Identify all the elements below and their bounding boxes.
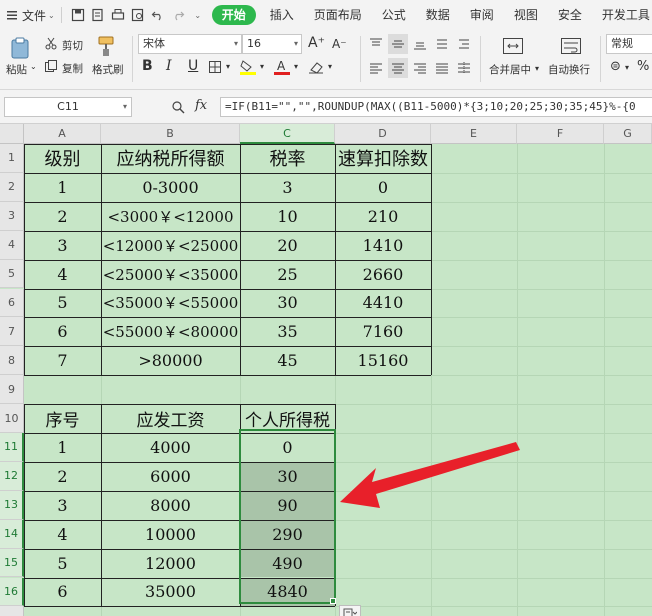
chevron-down-icon[interactable]: ⌄ [30,62,37,71]
save-icon[interactable] [68,5,88,25]
clear-format-icon[interactable] [306,58,326,76]
tab-home[interactable]: 开始 [211,5,256,25]
grow-font-button[interactable]: A⁺ [308,35,325,51]
export-pdf-icon[interactable] [88,5,108,25]
insert-function-button[interactable]: fx [195,98,207,113]
paste-icon [11,37,29,59]
ribbon: 粘贴 ⌄ 剪切 复制 格式刷 宋体 ▾ 16 ▾ A⁺ A⁻ B I U ▾ ▾… [0,30,652,90]
copy-button[interactable]: 复制 [62,61,83,76]
format-painter-icon[interactable] [94,34,118,58]
text-direction-icon[interactable] [432,34,452,54]
underline-button[interactable]: U [188,58,198,74]
undo-icon[interactable] [148,5,168,25]
divider [360,36,361,82]
font-name-select[interactable]: 宋体 ▾ [138,34,242,54]
svg-text:A: A [277,59,286,73]
tab-insert[interactable]: 插入 [260,0,304,30]
bold-button[interactable]: B [142,58,153,74]
justify-icon[interactable] [432,58,452,78]
hamburger-icon [6,9,18,21]
shrink-font-button[interactable]: A⁻ [332,37,347,51]
chevron-down-icon: ▾ [122,102,127,111]
percent-icon[interactable]: % [637,59,649,74]
tab-data[interactable]: 数据 [416,0,460,30]
redo-icon[interactable] [168,5,188,25]
format-painter-button[interactable]: 格式刷 [92,62,124,77]
file-menu-label: 文件 [22,8,47,23]
wrap-text-icon[interactable] [558,34,584,58]
font-size-value: 16 [247,37,261,50]
tab-view[interactable]: 视图 [504,0,548,30]
distributed-icon[interactable] [454,58,474,78]
chevron-down-icon[interactable]: ⌄ [188,5,208,25]
currency-icon[interactable]: ⊜ [610,59,621,74]
align-right-icon[interactable] [410,58,430,78]
font-size-select[interactable]: 16 ▾ [242,34,302,54]
chevron-down-icon[interactable]: ▾ [328,62,332,71]
font-color-icon[interactable]: A [272,57,292,77]
cut-button[interactable]: 剪切 [62,38,83,53]
name-box[interactable]: C11 ▾ [4,97,132,117]
zoom-search-icon[interactable] [170,99,186,115]
formula-bar: C11 ▾ fx =IF(B11="","",ROUNDUP(MAX((B11-… [0,90,652,124]
divider [480,36,481,82]
tab-page-layout[interactable]: 页面布局 [304,0,372,30]
chevron-down-icon[interactable]: ▾ [535,64,539,73]
chevron-down-icon: ⌄ [48,10,55,20]
file-menu[interactable]: 文件 ⌄ [0,0,55,30]
name-box-value: C11 [57,100,79,113]
print-icon[interactable] [108,5,128,25]
chevron-down-icon[interactable]: ▾ [625,63,629,72]
arrow-annotation [340,442,520,508]
scissors-icon[interactable] [44,36,58,50]
fill-color-icon[interactable] [238,57,258,77]
paste-label[interactable]: 粘贴 [6,62,27,77]
indent-icon[interactable] [454,34,474,54]
chevron-down-icon[interactable]: ▾ [226,62,230,71]
tab-security[interactable]: 安全 [548,0,592,30]
chevron-down-icon: ▾ [293,39,298,48]
spreadsheet-grid[interactable]: ABCDEFG 1234567891011121314151617 级别应纳税所… [0,124,652,616]
divider [60,7,62,23]
number-format-value: 常规 [611,37,633,50]
menu-bar: 文件 ⌄ ⌄ 开始 插入 页面布局 公式 数据 审阅 视图 安全 开发工具 [0,0,652,30]
merge-center-button[interactable]: 合并居中 [489,62,531,77]
wrap-text-button[interactable]: 自动换行 [548,62,590,77]
formula-input[interactable]: =IF(B11="","",ROUNDUP(MAX((B11-5000)*{3;… [220,97,652,117]
align-bottom-icon[interactable] [410,34,430,54]
tab-review[interactable]: 审阅 [460,0,504,30]
chevron-down-icon: ▾ [233,39,238,48]
chevron-down-icon[interactable]: ▾ [260,62,264,71]
paste-button[interactable] [6,34,34,62]
tab-formulas[interactable]: 公式 [372,0,416,30]
font-name-value: 宋体 [143,37,165,50]
borders-icon[interactable] [206,58,224,76]
divider [132,36,133,82]
merge-center-icon[interactable] [500,34,526,58]
align-middle-icon[interactable] [388,34,408,54]
number-format-select[interactable]: 常规 [606,34,652,54]
copy-icon[interactable] [44,59,58,73]
print-preview-icon[interactable] [128,5,148,25]
align-center-icon[interactable] [388,58,408,78]
align-left-icon[interactable] [366,58,386,78]
align-top-icon[interactable] [366,34,386,54]
chevron-down-icon[interactable]: ▾ [294,62,298,71]
tab-developer[interactable]: 开发工具 [592,0,650,30]
divider [600,36,601,82]
italic-button[interactable]: I [166,58,172,74]
